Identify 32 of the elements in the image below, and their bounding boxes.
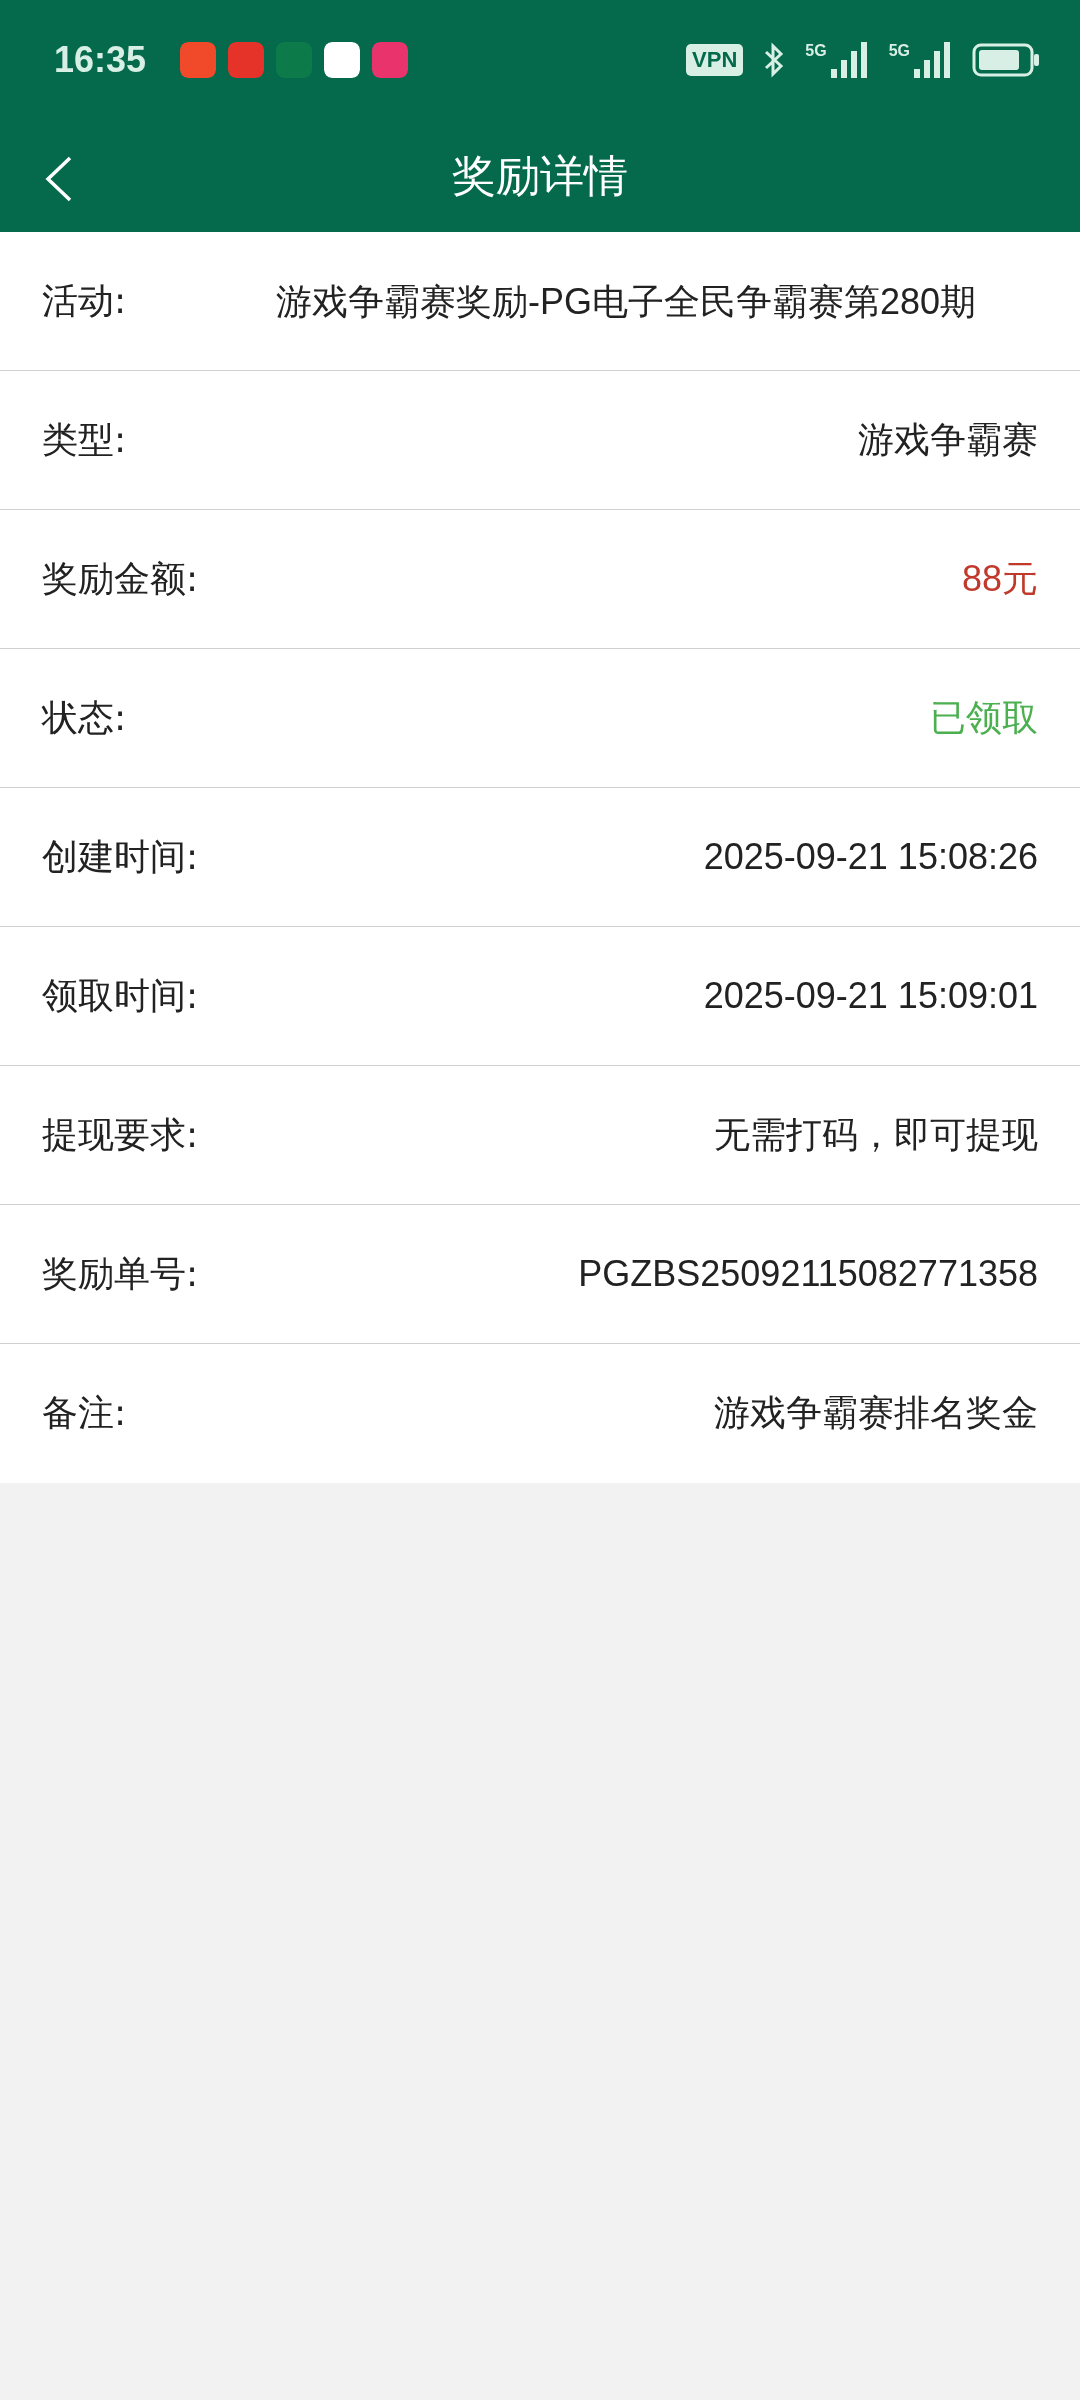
field-label: 奖励金额:	[42, 556, 200, 601]
field-value: 88元	[960, 556, 1038, 601]
app-notification-icon	[372, 42, 409, 78]
app-notification-icon	[324, 42, 361, 78]
field-value: 游戏争霸赛	[857, 417, 1038, 462]
vpn-badge: VPN	[686, 44, 744, 76]
battery-icon	[972, 43, 1040, 77]
field-label: 奖励单号:	[42, 1251, 200, 1296]
field-label: 状态:	[42, 695, 128, 740]
field-value: 游戏争霸赛奖励-PG电子全民争霸赛第280期	[276, 279, 978, 324]
field-value: PGZBS25092115082771358	[577, 1253, 1038, 1295]
field-value: 游戏争霸赛排名奖金	[713, 1391, 1038, 1435]
app-notification-icon	[228, 42, 265, 78]
field-value: 2025-09-21 15:09:01	[702, 975, 1038, 1017]
field-value: 2025-09-21 15:08:26	[702, 836, 1038, 878]
bluetooth-icon	[763, 42, 786, 78]
field-label: 类型:	[42, 417, 128, 462]
network-type: 5G	[888, 42, 910, 60]
field-label: 备注:	[42, 1391, 128, 1435]
field-label: 领取时间:	[42, 973, 200, 1018]
signal-icon	[912, 42, 952, 78]
network-type: 5G	[805, 42, 827, 60]
field-label: 提现要求:	[42, 1112, 200, 1157]
status-time: 16:35	[54, 39, 147, 81]
back-icon[interactable]	[44, 156, 74, 202]
field-value: 无需打码，即可提现	[713, 1112, 1038, 1157]
field-label: 活动:	[42, 278, 128, 323]
field-value: 已领取	[929, 695, 1038, 740]
page-title: 奖励详情	[452, 148, 628, 203]
app-notification-icon	[180, 42, 217, 78]
signal-icon	[828, 42, 869, 78]
field-label: 创建时间:	[42, 834, 200, 879]
